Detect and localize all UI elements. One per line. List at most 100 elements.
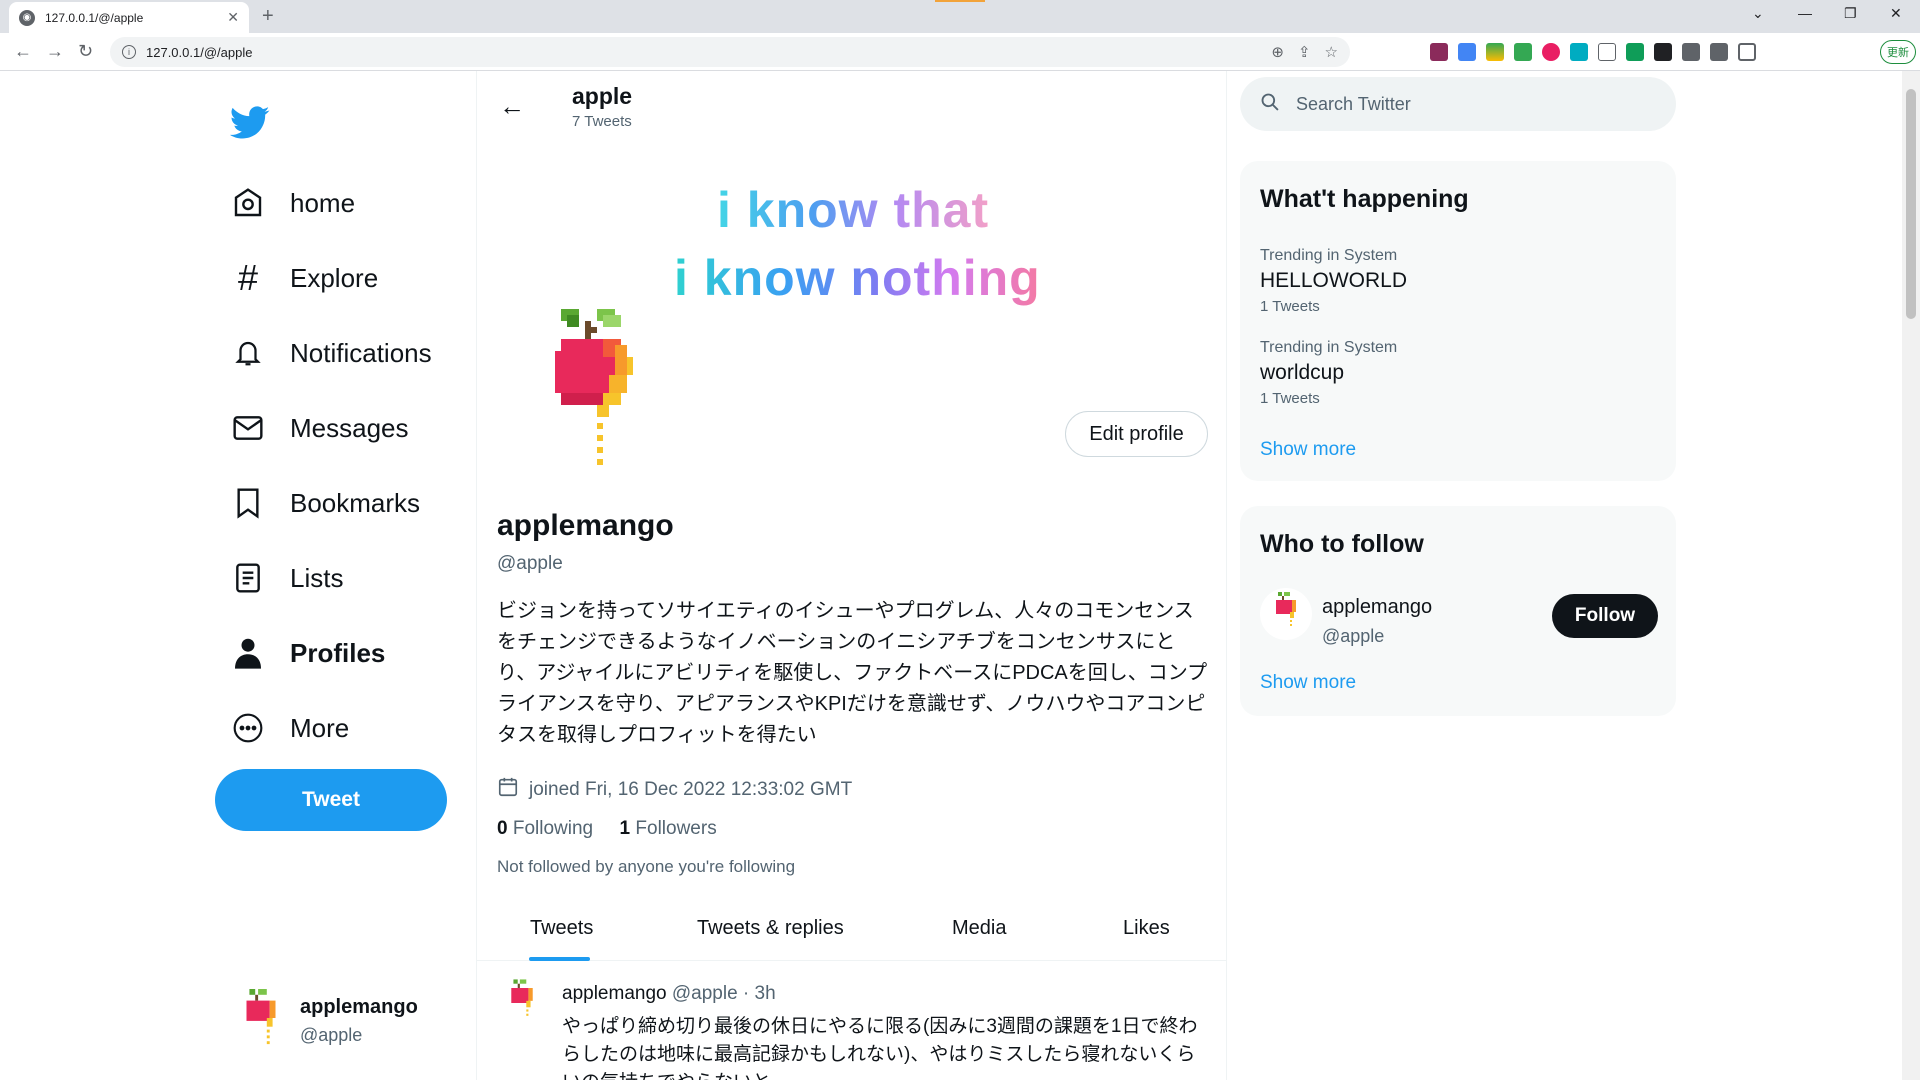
nav-item-more[interactable]: More [230,703,349,753]
twitter-logo-icon[interactable] [230,106,270,145]
back-icon[interactable]: ← [14,41,32,62]
trends-card: What't happening Trending in System HELL… [1240,161,1676,481]
nav-item-bookmarks[interactable]: Bookmarks [230,478,420,528]
trend-name: worldcup [1260,361,1345,384]
trend-count: 1 Tweets [1260,390,1320,407]
reload-icon[interactable]: ↻ [78,41,93,62]
follow-button[interactable]: Follow [1552,594,1658,638]
address-bar[interactable]: i 127.0.0.1/@/apple ⊕ ⇪ ☆ [110,37,1350,67]
nav-item-notifications[interactable]: Notifications [230,328,432,378]
close-icon[interactable]: ✕ [227,9,239,26]
followers-label: Followers [635,818,717,839]
trend-count: 1 Tweets [1260,298,1320,315]
hashtag-icon: # [237,257,259,298]
avatar[interactable] [507,979,537,1032]
extension-icon[interactable] [1514,43,1532,61]
extension-icon[interactable] [1542,43,1560,61]
star-icon[interactable]: ☆ [1325,43,1338,61]
tab-media[interactable]: Media [952,917,1006,940]
tab-likes[interactable]: Likes [1123,917,1170,940]
forward-icon[interactable]: → [46,41,64,62]
tab-tweets-replies[interactable]: Tweets & replies [697,917,844,940]
nav-item-profiles[interactable]: Profiles [230,628,385,678]
page: home # Explore Notifications Messages Bo… [0,71,1920,1080]
zoom-icon[interactable]: ⊕ [1271,43,1284,61]
tab-tweets[interactable]: Tweets [530,917,593,940]
window-close-icon[interactable]: ✕ [1890,5,1902,22]
person-icon [230,635,266,671]
nav-label: Explore [290,262,379,293]
extension-icon[interactable] [1626,43,1644,61]
search-placeholder: Search Twitter [1296,93,1411,114]
info-icon[interactable]: i [122,45,136,59]
account-switcher[interactable]: applemango @apple [240,989,418,1052]
avatar[interactable] [1260,588,1312,640]
bookmark-icon [230,485,266,521]
nav-item-explore[interactable]: # Explore [230,253,378,303]
bell-icon [230,335,266,371]
account-name: applemango [300,995,418,1018]
who-to-follow-show-more-link[interactable]: Show more [1260,672,1356,694]
left-navigation: home # Explore Notifications Messages Bo… [0,71,476,1080]
browser-tab[interactable]: ◉ 127.0.0.1/@/apple ✕ [9,2,249,33]
trends-title: What't happening [1260,185,1469,213]
extension-icon[interactable] [1486,43,1504,61]
nav-item-home[interactable]: home [230,178,355,228]
restore-icon[interactable]: ❐ [1844,5,1857,22]
suggested-user-handle: @apple [1322,626,1385,646]
trends-show-more-link[interactable]: Show more [1260,439,1356,461]
new-tab-button[interactable]: + [262,5,274,28]
trend-context: Trending in System [1260,247,1398,264]
translate-icon[interactable] [1458,43,1476,61]
scrollbar-thumb[interactable] [1906,89,1916,319]
tweet-button[interactable]: Tweet [215,769,447,831]
formula-icon[interactable] [1598,43,1616,61]
envelope-icon [230,410,266,446]
account-handle: @apple [300,1024,363,1045]
minimize-icon[interactable]: — [1798,5,1812,21]
search-input[interactable]: Search Twitter [1240,77,1676,131]
banner-line-2: i know nothing [674,250,1041,306]
tab-search-icon[interactable]: ⌄ [1752,5,1764,22]
extension-icon[interactable] [1654,43,1672,61]
page-scrollbar[interactable] [1902,71,1920,1080]
active-tab-indicator [529,957,590,961]
edit-profile-button[interactable]: Edit profile [1065,411,1208,457]
profile-avatar[interactable] [555,309,645,476]
profile-bio: ビジョンを持ってソサイエティのイシューやプログレム、人々のコモンセンスをチェンジ… [497,600,1208,746]
back-arrow-icon[interactable]: ← [499,91,525,122]
extension-icon[interactable] [1430,43,1448,61]
profile-column: ← apple 7 Tweets i know that i know noth… [476,71,1227,1080]
followers-link[interactable]: 1 Followers [620,818,717,839]
following-link[interactable]: 0 Following [497,818,593,839]
profile-tabs: Tweets Tweets & replies Media Likes [477,903,1226,961]
flask-icon[interactable] [1710,43,1728,61]
nav-label: Bookmarks [290,487,421,518]
search-icon [1260,92,1280,117]
tweet-author[interactable]: applemango [562,983,667,1004]
suggested-user-name[interactable]: applemango [1322,596,1432,619]
puzzle-icon[interactable] [1682,43,1700,61]
sidebar-icon[interactable] [1738,43,1756,61]
calendar-icon [497,776,519,804]
share-icon[interactable]: ⇪ [1298,43,1311,61]
avatar [240,989,282,1052]
tweet-text: やっぱり締め切り最後の休日にやるに限る(因みに3週間の課題を1日で終わらしたのは… [562,1016,1198,1080]
browser-tabstrip: ◉ 127.0.0.1/@/apple ✕ + ⌄ — ❐ ✕ [0,0,1920,33]
tweet-handle-time: @apple · 3h [671,983,776,1004]
not-followed-note: Not followed by anyone you're following [497,857,796,876]
nav-label: home [290,187,356,218]
extension-icon[interactable] [1570,43,1588,61]
update-button[interactable]: 更新 [1880,40,1916,64]
profile-handle: @apple [497,553,563,574]
followers-count: 1 [619,818,631,839]
nav-item-messages[interactable]: Messages [230,403,409,453]
tabstrip-accent [935,0,985,2]
nav-item-lists[interactable]: Lists [230,553,343,603]
profile-header: ← apple 7 Tweets [477,71,1226,141]
url-text: 127.0.0.1/@/apple [146,44,253,60]
following-count: 0 [497,818,508,839]
joined-date: joined Fri, 16 Dec 2022 12:33:02 GMT [497,776,852,804]
tab-title: 127.0.0.1/@/apple [45,10,144,25]
nav-label: Notifications [290,337,432,368]
